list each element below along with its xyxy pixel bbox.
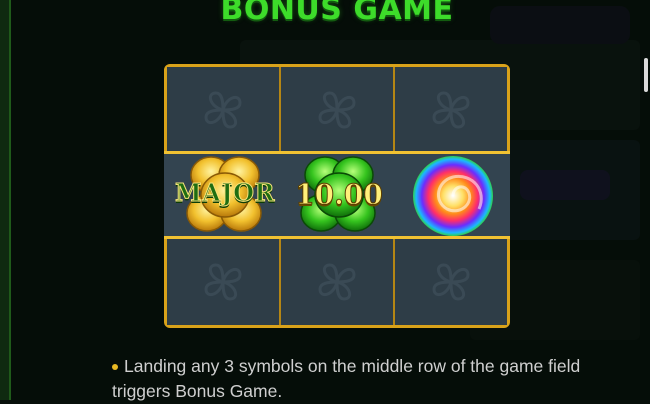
rainbow-swirl-icon — [413, 156, 493, 236]
scrollbar-thumb[interactable] — [644, 58, 648, 92]
reel-cell — [167, 67, 279, 153]
clover-ghost-icon — [432, 263, 470, 301]
clover-ghost-icon — [318, 91, 356, 129]
page-title: BONUS GAME — [220, 0, 454, 27]
bonus-symbol — [393, 151, 509, 241]
rule-text-content: Landing any 3 symbols on the middle row … — [112, 356, 581, 401]
clover-ghost-icon — [432, 91, 470, 129]
value-label: 10.00 — [295, 178, 384, 212]
reel-cell — [395, 239, 507, 325]
reel-cell — [281, 239, 393, 325]
major-symbol: MAJOR — [167, 151, 283, 241]
clover-ghost-icon — [204, 91, 242, 129]
clover-ghost-icon — [204, 263, 242, 301]
clover-ghost-icon — [318, 263, 356, 301]
rule-text: Landing any 3 symbols on the middle row … — [112, 354, 582, 404]
left-stripe — [0, 0, 9, 400]
reel-cell — [281, 67, 393, 153]
value-symbol: 10.00 — [281, 151, 397, 241]
reel-grid: MAJOR 10.00 — [164, 64, 510, 328]
major-label: MAJOR — [175, 178, 275, 208]
reel-cell — [167, 239, 279, 325]
reel-cell — [395, 67, 507, 153]
